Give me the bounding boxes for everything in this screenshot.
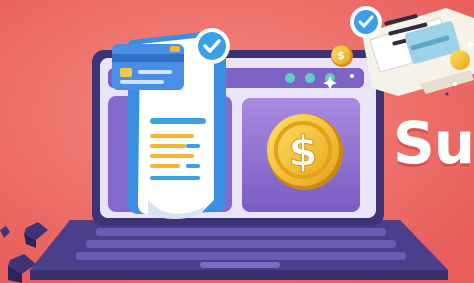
svg-text:$: $: [337, 49, 345, 62]
credit-card-icon: [112, 44, 184, 90]
check-badge-icon: [350, 6, 382, 38]
check-badge-icon: [194, 28, 230, 64]
illustration: $ $ Su: [0, 0, 474, 283]
small-coin-icon: $: [331, 45, 353, 67]
laptop-keyboard: [30, 220, 448, 280]
window-dot-icon: [305, 73, 315, 83]
svg-text:$: $: [288, 127, 317, 176]
headline-text: Su: [393, 109, 474, 177]
window-dot-icon: [285, 73, 295, 83]
dollar-coin-icon: $: [267, 114, 343, 190]
